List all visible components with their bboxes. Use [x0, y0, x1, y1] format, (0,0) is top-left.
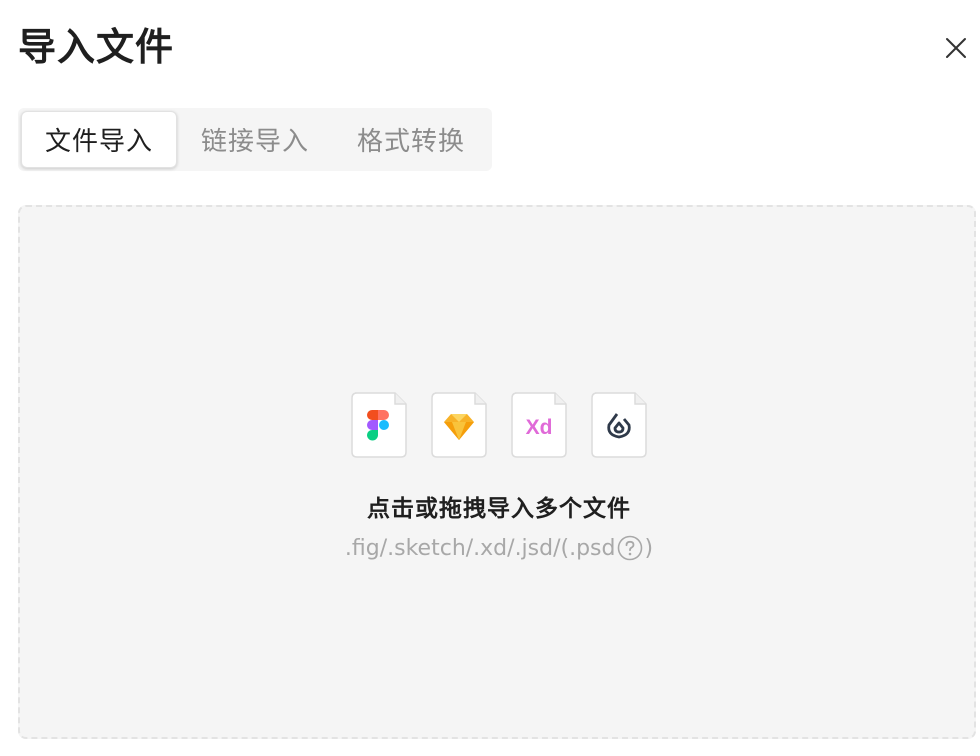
- sketch-file-icon: [431, 392, 487, 458]
- tab-format-convert[interactable]: 格式转换: [340, 111, 482, 168]
- formats-close-paren: ): [644, 535, 654, 561]
- formats-text: .fig/.sketch/.xd/.jsd/(.psd: [344, 535, 616, 561]
- import-tabs: 文件导入 链接导入 格式转换: [18, 108, 492, 171]
- dropzone-prompt: 点击或拖拽导入多个文件: [367, 496, 631, 522]
- close-icon: [946, 38, 966, 58]
- jsd-file-icon: [591, 392, 647, 458]
- supported-file-icons: Xd: [350, 392, 650, 460]
- question-circle-icon[interactable]: [617, 535, 643, 561]
- supported-formats: .fig/.sketch/.xd/.jsd/(.psd ): [20, 535, 978, 561]
- xd-icon-label: Xd: [526, 416, 553, 439]
- file-dropzone[interactable]: Xd 点击或拖拽导入多个文件 .fig/.sketch/.xd/.jsd/(.p…: [18, 205, 976, 739]
- dialog-title: 导入文件: [18, 25, 175, 69]
- close-button[interactable]: [938, 30, 974, 66]
- import-file-dialog: 导入文件 文件导入 链接导入 格式转换 Xd 点击或拖拽导入多个文件 .fig/…: [0, 0, 980, 756]
- figma-file-icon: [351, 392, 407, 458]
- tab-link-import[interactable]: 链接导入: [184, 111, 326, 168]
- tab-file-import[interactable]: 文件导入: [21, 111, 177, 168]
- xd-file-icon: Xd: [511, 392, 567, 458]
